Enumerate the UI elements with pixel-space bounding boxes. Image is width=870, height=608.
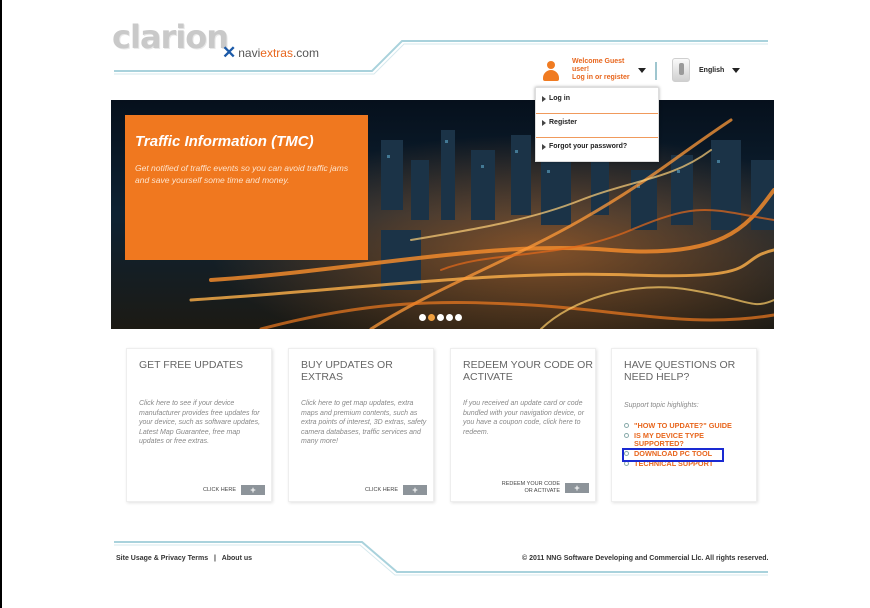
language-caret-icon[interactable]: [732, 67, 741, 73]
hero-banner[interactable]: Traffic Information (TMC) Get notified o…: [111, 100, 774, 329]
naviextras-suffix: .com: [292, 46, 319, 60]
card-text: Click here to get map updates, extra map…: [301, 400, 427, 446]
login-register-link[interactable]: Log in or register: [572, 74, 634, 82]
copyright-text: © 2011 NNG Software Developing and Comme…: [522, 555, 769, 562]
dropdown-divider: [536, 113, 658, 114]
card-action-free-updates[interactable]: CLICK HERE +: [203, 485, 265, 495]
user-menu-caret-icon[interactable]: [638, 68, 646, 73]
card-title: GET FREE UPDATES: [139, 359, 244, 371]
card-title: BUY UPDATES OR EXTRAS: [301, 359, 393, 383]
dropdown-divider: [536, 137, 658, 138]
card-action-label: CLICK HERE: [364, 486, 398, 493]
language-label: English: [699, 66, 725, 74]
language-selector[interactable]: English: [672, 58, 741, 82]
page: clarion ✕ navi extras .com Welcome Guest u…: [2, 0, 870, 608]
arrow-right-icon: [542, 95, 546, 102]
card-buy-updates[interactable]: BUY UPDATES OR EXTRAS Click here to get …: [288, 348, 434, 502]
header-divider: [655, 62, 657, 80]
help-link-how-to-update[interactable]: "HOW TO UPDATE?" GUIDE: [624, 422, 749, 430]
naviextras-middle: extras: [260, 46, 293, 60]
dropdown-item-label: Register: [549, 119, 578, 126]
about-us-link[interactable]: About us: [222, 555, 252, 562]
plus-icon[interactable]: +: [565, 483, 589, 493]
naviextras-x-icon: ✕: [222, 43, 237, 62]
arrow-right-icon: [542, 119, 546, 126]
help-link-label: "HOW TO UPDATE?" GUIDE: [634, 421, 732, 430]
clarion-logo[interactable]: clarion: [112, 18, 229, 56]
dropdown-item-login[interactable]: Log in: [542, 95, 570, 102]
plus-icon[interactable]: +: [403, 485, 427, 495]
card-subtitle: Support topic highlights:: [624, 402, 699, 409]
card-text: If you received an update card or code b…: [463, 400, 585, 436]
plus-icon[interactable]: +: [241, 485, 265, 495]
download-pc-tool-highlight: [622, 448, 724, 462]
dropdown-item-register[interactable]: Register: [542, 119, 577, 126]
arrow-right-icon: [542, 143, 546, 150]
user-dropdown-menu: Log in Register Forgot your password?: [535, 87, 659, 162]
naviextras-logo[interactable]: ✕ navi extras .com: [222, 43, 319, 62]
card-action-buy-updates[interactable]: CLICK HERE +: [365, 485, 427, 495]
bullet-icon: [624, 433, 629, 438]
promo-title: Traffic Information (TMC): [135, 133, 314, 150]
help-link-label: IS MY DEVICE TYPE SUPPORTED?: [634, 431, 705, 448]
slide-indicators: [419, 314, 464, 321]
slide-dot-1[interactable]: [419, 314, 426, 321]
slide-dot-5[interactable]: [455, 314, 462, 321]
slide-dot-4[interactable]: [446, 314, 453, 321]
card-free-updates[interactable]: GET FREE UPDATES Click here to see if yo…: [126, 348, 272, 502]
slide-dot-3[interactable]: [437, 314, 444, 321]
naviextras-prefix: navi: [238, 46, 261, 60]
card-title: REDEEM YOUR CODE OR ACTIVATE: [463, 359, 593, 383]
bullet-icon: [624, 423, 629, 428]
card-redeem-code[interactable]: REDEEM YOUR CODE OR ACTIVATE If you rece…: [450, 348, 596, 502]
promo-text: Get notified of traffic events so you ca…: [135, 163, 349, 185]
card-text: Click here to see if your device manufac…: [139, 400, 261, 446]
welcome-text: Welcome Guest user!: [572, 58, 625, 73]
promo-box[interactable]: Traffic Information (TMC) Get notified o…: [125, 115, 368, 260]
slide-dot-2[interactable]: [428, 314, 435, 321]
footer-links: Site Usage & Privacy Terms | About us: [116, 555, 256, 562]
dropdown-item-label: Forgot your password?: [549, 143, 628, 150]
dropdown-item-label: Log in: [549, 95, 570, 102]
card-action-label: REDEEM YOUR CODE OR ACTIVATE: [501, 481, 560, 494]
help-links: "HOW TO UPDATE?" GUIDE IS MY DEVICE TYPE…: [624, 422, 749, 470]
language-icon: [672, 58, 690, 82]
footer-separator: |: [214, 555, 217, 562]
user-avatar-icon: [542, 60, 560, 82]
dropdown-item-forgot-password[interactable]: Forgot your password?: [542, 143, 627, 150]
card-title: HAVE QUESTIONS OR NEED HELP?: [624, 359, 736, 383]
card-help: HAVE QUESTIONS OR NEED HELP? Support top…: [611, 348, 757, 502]
user-menu[interactable]: Welcome Guest user! Log in or register: [542, 58, 646, 82]
card-action-redeem[interactable]: REDEEM YOUR CODE OR ACTIVATE +: [492, 481, 589, 495]
help-link-device-supported[interactable]: IS MY DEVICE TYPE SUPPORTED?: [624, 432, 749, 448]
privacy-terms-link[interactable]: Site Usage & Privacy Terms: [116, 555, 208, 562]
card-action-label: CLICK HERE: [202, 486, 236, 493]
